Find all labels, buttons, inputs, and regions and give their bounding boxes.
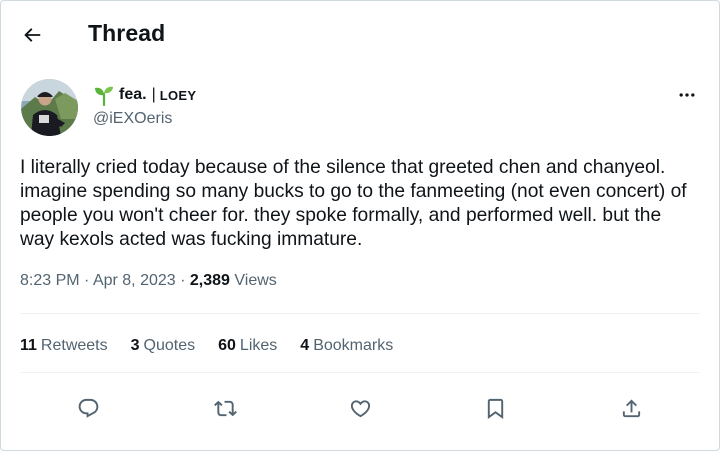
arrow-left-icon <box>24 28 41 42</box>
likes-count: 60 <box>218 337 236 354</box>
author-name-tag: LOEY <box>159 87 197 103</box>
likes-stat[interactable]: 60 Likes <box>218 337 277 355</box>
quotes-count: 3 <box>130 337 140 354</box>
avatar[interactable] <box>21 79 78 136</box>
tweet-date[interactable]: Apr 8, 2023 <box>93 272 176 289</box>
name-separator: | <box>151 86 156 103</box>
bookmark-button[interactable] <box>475 388 515 428</box>
quotes-label: Quotes <box>143 337 196 354</box>
like-icon <box>350 399 370 417</box>
meta-dot: · <box>180 272 190 289</box>
quotes-stat[interactable]: 3 Quotes <box>131 337 196 355</box>
reply-icon <box>78 398 98 418</box>
avatar-image <box>21 79 78 136</box>
views-label: Views <box>234 272 277 289</box>
share-button[interactable] <box>611 388 651 428</box>
bookmarks-count: 4 <box>300 337 310 354</box>
divider <box>20 313 700 314</box>
like-button[interactable] <box>340 388 380 428</box>
author-display-name[interactable]: fea. <box>119 86 147 104</box>
views-count: 2,389 <box>189 272 230 289</box>
page-title: Thread <box>88 20 166 46</box>
retweets-stat[interactable]: 11 Retweets <box>20 337 108 355</box>
tweet-actions <box>0 388 720 428</box>
bookmarks-label: Bookmarks <box>313 337 394 354</box>
retweets-count: 11 <box>20 337 37 354</box>
tweet-time[interactable]: 8:23 PM <box>20 272 80 289</box>
more-options-button[interactable] <box>670 81 704 109</box>
share-icon <box>622 398 640 417</box>
tweet-text: I literally cried today because of the s… <box>20 157 687 250</box>
back-button[interactable] <box>14 17 50 53</box>
sprout-icon <box>95 86 113 106</box>
author-name-row: fea. | LOEY <box>93 84 196 106</box>
engagement-stats: 11 Retweets 3 Quotes 60 Likes 4 Bookmarks <box>20 337 416 355</box>
meta-dot: · <box>84 272 93 289</box>
reply-button[interactable] <box>68 388 108 428</box>
author-handle[interactable]: @iEXOeris <box>93 110 172 128</box>
more-horizontal-icon <box>679 93 695 97</box>
bookmarks-stat[interactable]: 4 Bookmarks <box>300 337 393 355</box>
thread-header: Thread <box>0 0 720 66</box>
divider <box>20 372 700 373</box>
likes-label: Likes <box>239 337 278 354</box>
retweet-button[interactable] <box>205 388 245 428</box>
bookmark-icon <box>487 398 503 419</box>
retweets-label: Retweets <box>40 337 108 354</box>
retweet-icon <box>213 400 237 416</box>
tweet-meta: 8:23 PM · Apr 8, 2023 · 2,389 Views <box>20 272 277 290</box>
